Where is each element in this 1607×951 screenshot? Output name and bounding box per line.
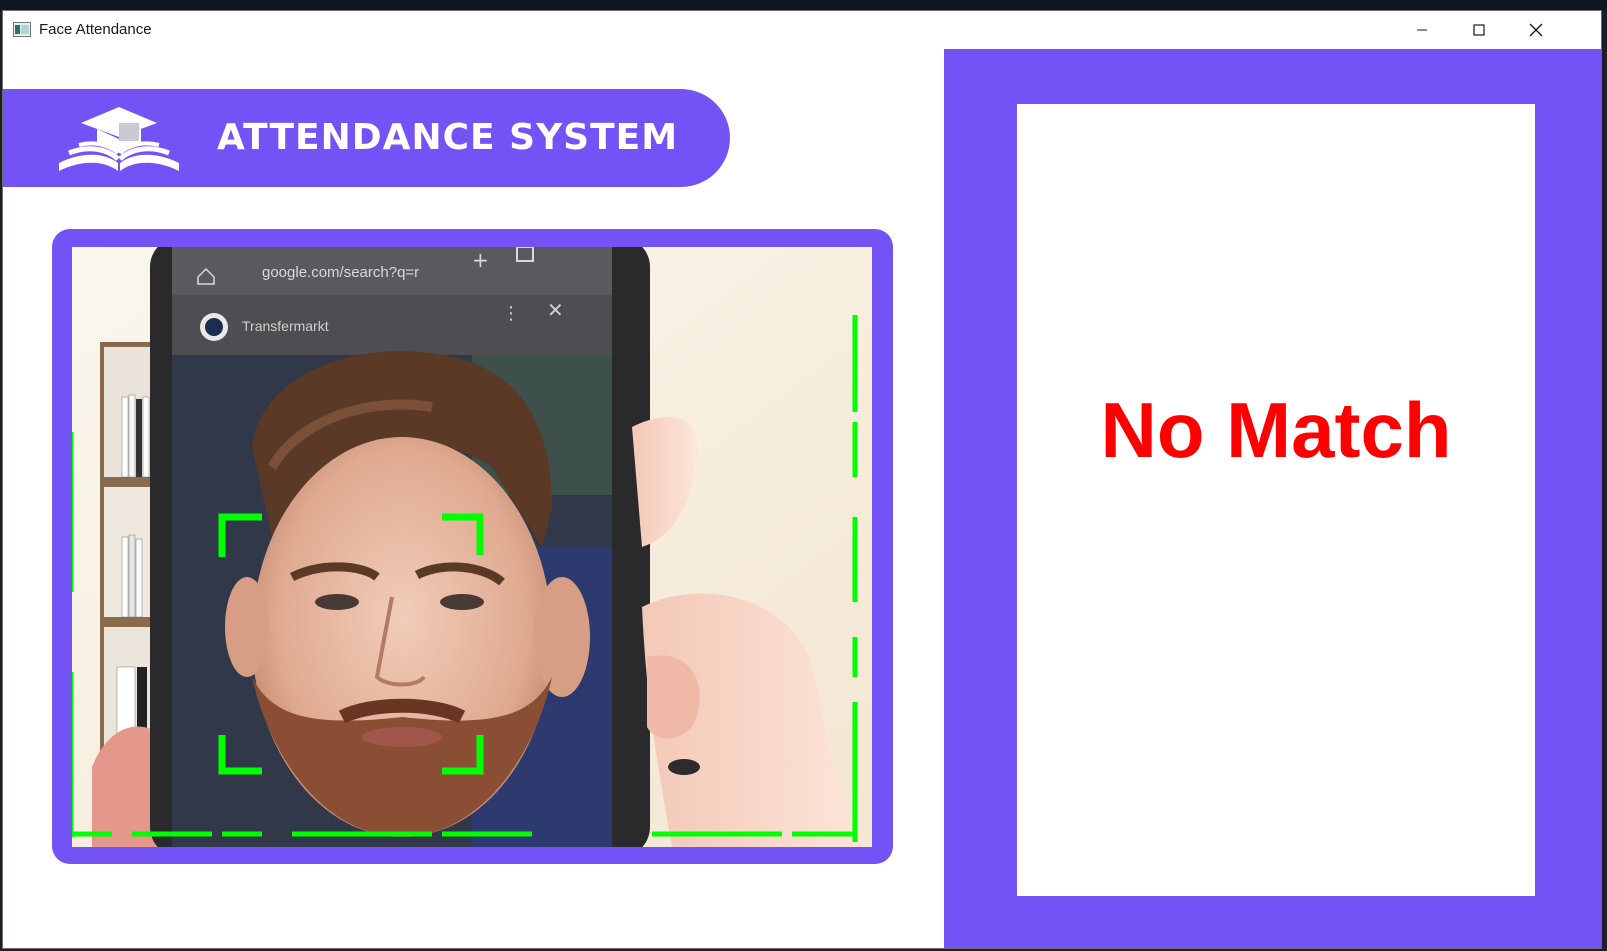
close-button[interactable] bbox=[1507, 11, 1565, 49]
minimize-button[interactable] bbox=[1393, 11, 1451, 49]
svg-text:⋮: ⋮ bbox=[502, 303, 520, 324]
result-card: No Match bbox=[1017, 104, 1535, 896]
close-icon bbox=[1529, 23, 1543, 37]
app-icon bbox=[13, 22, 31, 37]
camera-feed: google.com/search?q=r + Transfermarkt ⋮ … bbox=[72, 247, 872, 847]
result-panel: No Match bbox=[944, 49, 1601, 948]
browser-url-text: google.com/search?q=r bbox=[262, 264, 419, 281]
header-banner: ATTENDANCE SYSTEM bbox=[3, 89, 730, 187]
window-title: Face Attendance bbox=[39, 21, 152, 38]
minimize-icon bbox=[1417, 29, 1427, 31]
app-content: ATTENDANCE SYSTEM google.com/search?q=r … bbox=[3, 49, 1601, 948]
svg-text:✕: ✕ bbox=[547, 298, 564, 322]
svg-text:+: + bbox=[472, 248, 489, 272]
maximize-icon bbox=[1473, 24, 1485, 36]
maximize-button[interactable] bbox=[1450, 11, 1508, 49]
graduation-cap-book-icon bbox=[59, 107, 179, 171]
browser-tab-site: Transfermarkt bbox=[242, 318, 329, 334]
title-bar[interactable]: Face Attendance bbox=[3, 11, 1601, 49]
app-window: Face Attendance ATTENDANCE SYSTEM google… bbox=[2, 10, 1602, 949]
match-status-text: No Match bbox=[1100, 385, 1452, 474]
camera-frame: google.com/search?q=r + Transfermarkt ⋮ … bbox=[52, 229, 893, 864]
banner-title: ATTENDANCE SYSTEM bbox=[217, 117, 679, 158]
webcam-image: google.com/search?q=r + Transfermarkt ⋮ … bbox=[72, 247, 872, 847]
